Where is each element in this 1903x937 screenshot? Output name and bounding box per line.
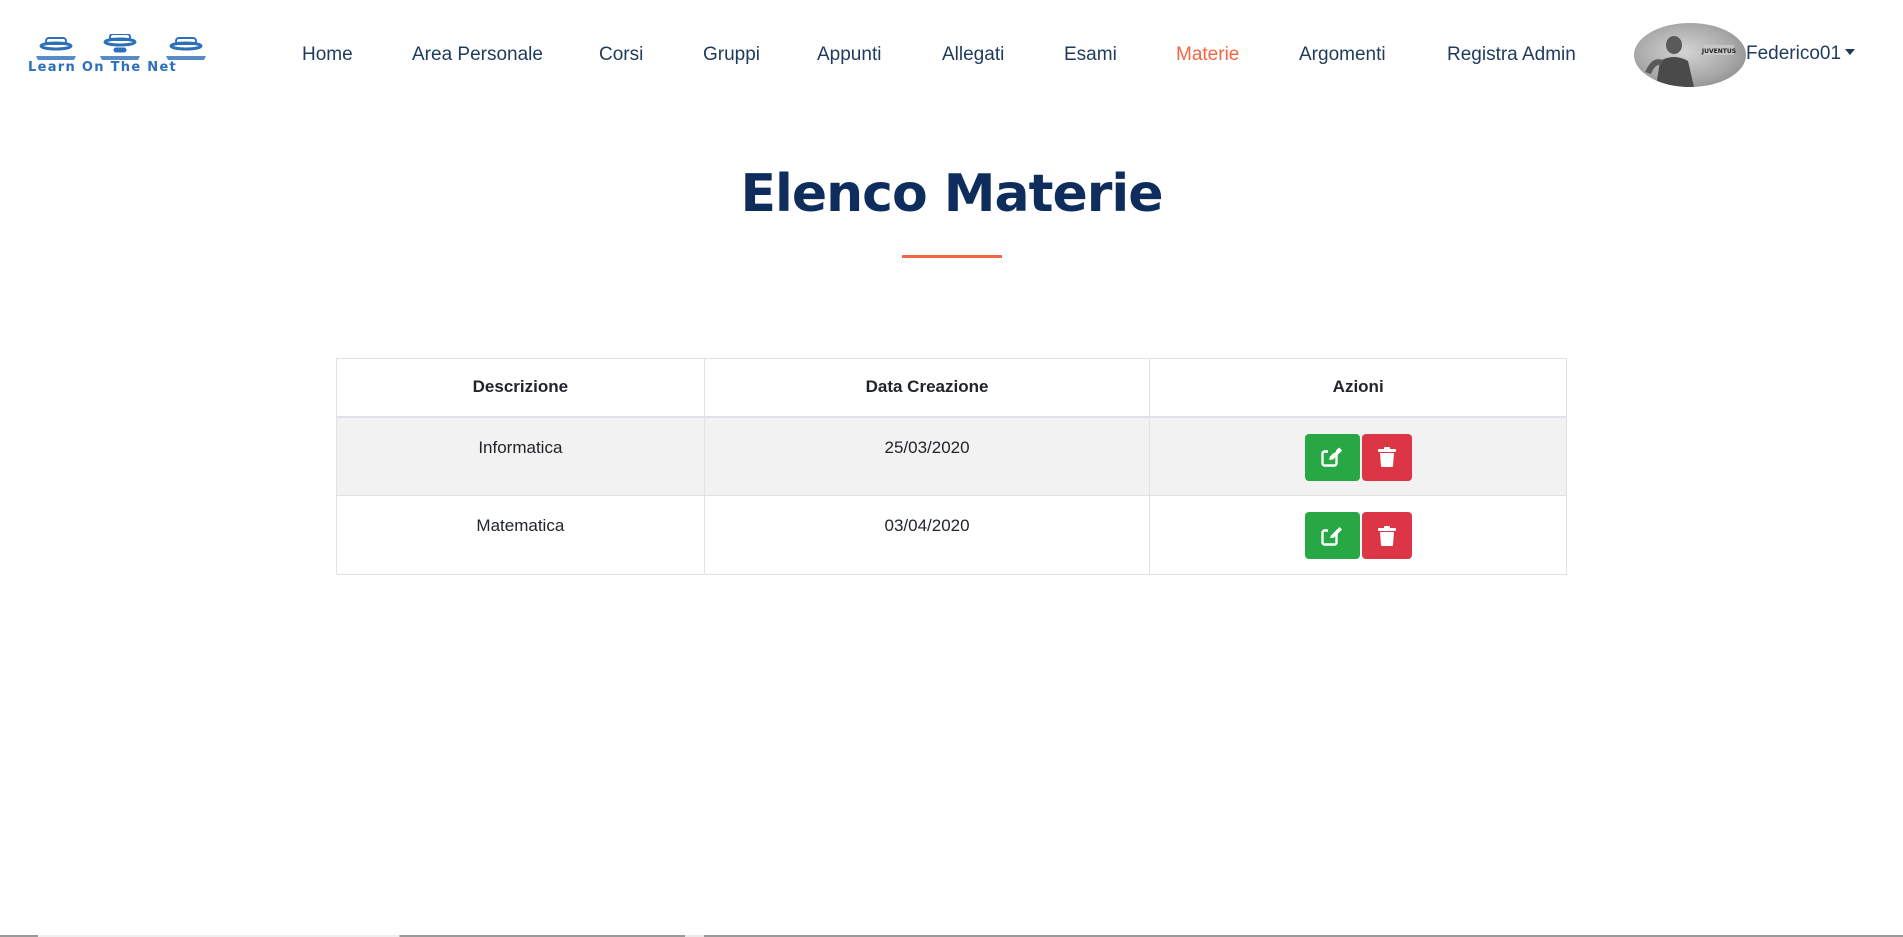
trash-icon [1377, 447, 1396, 467]
avatar-image: JUVENTUS [1645, 36, 1736, 87]
delete-button[interactable] [1361, 512, 1412, 559]
table-row: Informatica 25/03/2020 [336, 416, 1567, 496]
header-azioni: Azioni [1149, 358, 1567, 418]
cell-data-creazione: 25/03/2020 [703, 416, 1151, 496]
nav-gruppi[interactable]: Gruppi [703, 44, 760, 66]
cell-data-creazione: 03/04/2020 [703, 495, 1151, 575]
header-data-creazione: Data Creazione [703, 358, 1151, 418]
username: Federico01 [1746, 43, 1842, 64]
nav-area-personale[interactable]: Area Personale [412, 44, 543, 66]
avatar[interactable]: JUVENTUS [1634, 23, 1746, 87]
edit-button[interactable] [1304, 512, 1360, 559]
table-header-row: Descrizione Data Creazione Azioni [336, 358, 1567, 418]
materie-table: Descrizione Data Creazione Azioni Inform… [336, 358, 1567, 575]
avatar-badge-text: JUVENTUS [1701, 48, 1736, 55]
table-row: Matematica 03/04/2020 [336, 495, 1567, 575]
nav-home[interactable]: Home [302, 44, 353, 66]
nav-appunti[interactable]: Appunti [817, 44, 881, 66]
page-title: Elenco Materie [740, 164, 1164, 224]
logo-text: Learn On The Net [28, 60, 178, 75]
nav-esami[interactable]: Esami [1064, 44, 1117, 66]
edit-button[interactable] [1304, 433, 1360, 481]
header-descrizione: Descrizione [336, 358, 705, 418]
nav-registra-admin[interactable]: Registra Admin [1447, 44, 1576, 66]
nav-corsi[interactable]: Corsi [599, 44, 643, 66]
nav-materie[interactable]: Materie [1176, 44, 1239, 66]
cell-azioni [1149, 495, 1567, 575]
cell-descrizione: Informatica [336, 416, 705, 496]
nav-allegati[interactable]: Allegati [942, 44, 1004, 66]
trash-icon [1377, 525, 1396, 546]
chevron-down-icon [1845, 49, 1856, 56]
user-dropdown[interactable]: Federico01 [1746, 43, 1856, 65]
delete-button[interactable] [1361, 433, 1412, 481]
header: Learn On The Net Home Area Personale Cor… [0, 0, 1903, 105]
cell-descrizione: Matematica [336, 495, 705, 575]
edit-icon [1321, 447, 1343, 467]
cell-azioni [1149, 416, 1567, 496]
title-divider [902, 255, 1002, 258]
edit-icon [1321, 525, 1343, 546]
nav-argomenti[interactable]: Argomenti [1299, 44, 1386, 66]
